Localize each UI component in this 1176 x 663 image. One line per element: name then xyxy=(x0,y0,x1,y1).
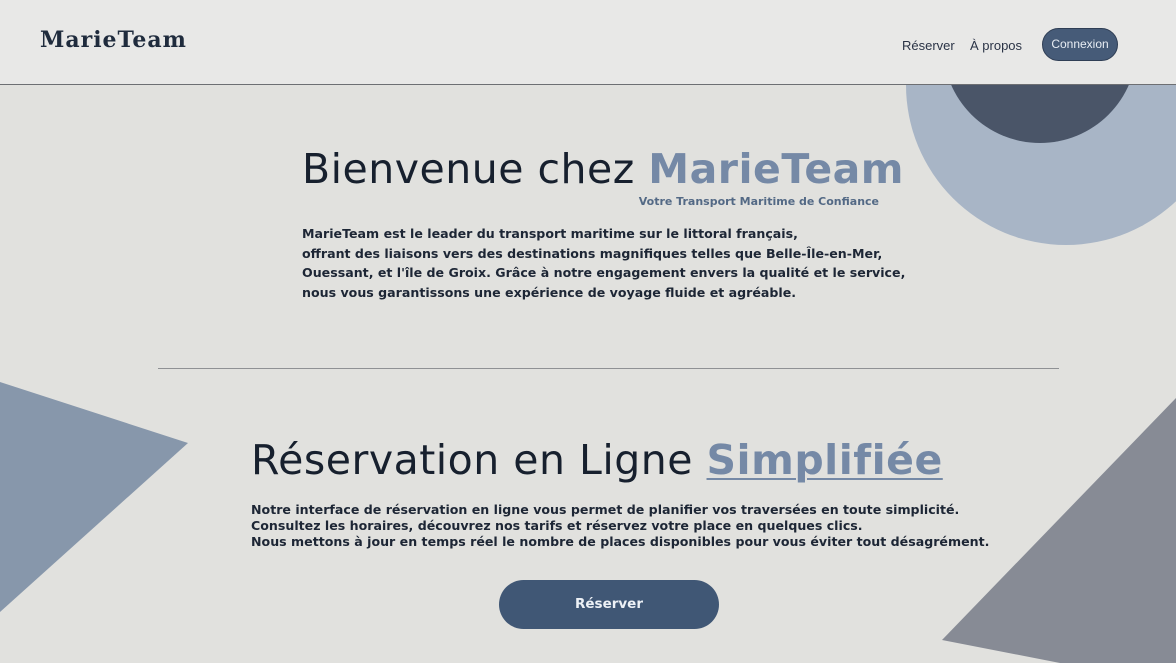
page: MarieTeam Réserver À propos Connexion Bi… xyxy=(0,0,1176,663)
reserver-button[interactable]: Réserver xyxy=(499,580,719,629)
hero-tagline: Votre Transport Maritime de Confiance xyxy=(638,195,879,208)
connexion-button[interactable]: Connexion xyxy=(1042,28,1118,61)
site-header: MarieTeam Réserver À propos Connexion xyxy=(0,0,1176,85)
reservation-title-accent: Simplifiée xyxy=(706,436,943,484)
reservation-title-prefix: Réservation en Ligne xyxy=(251,436,707,484)
brand-logo[interactable]: MarieTeam xyxy=(40,27,187,53)
hero-paragraph-line: MarieTeam est le leader du transport mar… xyxy=(302,226,798,241)
reservation-paragraph-line: Nous mettons à jour en temps réel le nom… xyxy=(251,534,990,549)
reservation-paragraph-line: Consultez les horaires, découvrez nos ta… xyxy=(251,518,863,533)
hero-title-accent: MarieTeam xyxy=(648,145,905,193)
nav-link-reserver[interactable]: Réserver xyxy=(902,38,955,53)
hero-paragraph-line: Ouessant, et l'île de Groix. Grâce à not… xyxy=(302,265,906,280)
reservation-title: Réservation en Ligne Simplifiée xyxy=(251,436,943,484)
hero-paragraph-line: nous vous garantissons une expérience de… xyxy=(302,284,797,300)
hero-paragraph-line: offrant des liaisons vers des destinatio… xyxy=(302,245,883,261)
hero-title: Bienvenue chez MarieTeam xyxy=(302,145,904,193)
reservation-paragraph-line: Notre interface de réservation en ligne … xyxy=(251,502,960,517)
hero-title-prefix: Bienvenue chez xyxy=(302,145,649,193)
nav-link-apropos[interactable]: À propos xyxy=(970,38,1022,53)
hero-paragraph: MarieTeam est le leader du transport mar… xyxy=(302,224,906,302)
main-content: Bienvenue chez MarieTeam Votre Transport… xyxy=(0,0,1176,663)
section-divider xyxy=(158,368,1059,369)
reservation-paragraph: Notre interface de réservation en ligne … xyxy=(251,502,1011,550)
